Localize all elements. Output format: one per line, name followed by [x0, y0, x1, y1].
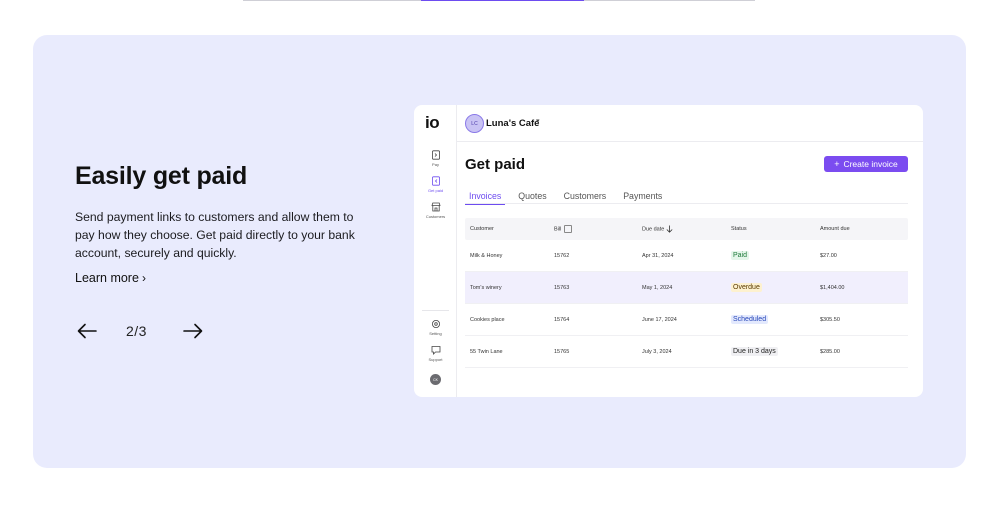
feature-description: Send payment links to customers and allo…	[75, 210, 355, 260]
status-badge: Due in 3 days	[731, 347, 778, 356]
pay-icon	[431, 150, 440, 160]
create-invoice-button[interactable]: + Create invoice	[824, 156, 908, 172]
sidebar-item-pay[interactable]: Pay	[414, 150, 457, 167]
chevron-right-icon: ›	[141, 271, 146, 285]
column-header-due-date[interactable]: Due date	[642, 225, 731, 233]
sidebar-item-label: Get paid	[427, 188, 444, 193]
sidebar-item-customers[interactable]: Customers	[414, 202, 457, 219]
status-badge: Scheduled	[731, 315, 769, 324]
invoice-table: Customer Bill Due date Status Amount due…	[465, 218, 908, 368]
learn-more-link[interactable]: Learn more ›	[75, 271, 146, 285]
cell-due-date: July 3, 2024	[642, 348, 672, 355]
cell-status: Overdue	[731, 283, 820, 292]
column-header-customer[interactable]: Customer	[465, 226, 554, 232]
arrow-right-icon	[183, 323, 203, 339]
carousel-progress-track	[243, 0, 755, 1]
cell-bill: 15765	[554, 348, 570, 355]
cell-status: Scheduled	[731, 315, 820, 324]
store-icon	[430, 202, 441, 212]
cell-customer: Cookies place	[470, 316, 505, 323]
feature-card: Easily get paid Send payment links to cu…	[33, 35, 966, 468]
carousel-progress-fill	[421, 0, 584, 1]
cell-status: Due in 3 days	[731, 347, 820, 356]
cell-bill: 15763	[554, 284, 570, 291]
cell-due-date: June 17, 2024	[642, 316, 677, 323]
carousel-nav: 2/3	[75, 319, 205, 343]
cell-customer: Milk & Honey	[470, 252, 503, 259]
column-header-bill-label: Bill	[554, 226, 562, 233]
receipt-icon	[564, 225, 573, 233]
table-row[interactable]: Tom's winery 15763 May 1, 2024 Overdue $…	[465, 272, 908, 304]
sidebar-item-setting[interactable]: Setting	[414, 319, 457, 336]
feature-headline: Easily get paid	[75, 162, 248, 190]
sidebar-item-label: Setting	[429, 331, 442, 336]
cell-due-date: Apr 31, 2024	[642, 252, 674, 259]
sidebar-divider	[422, 310, 449, 311]
prev-slide-button[interactable]	[75, 319, 99, 343]
get-paid-icon	[431, 176, 440, 186]
next-slide-button[interactable]	[181, 319, 205, 343]
sidebar-item-label: Support	[428, 357, 443, 362]
app-topbar: LC Luna's Cafe ▾	[457, 105, 923, 142]
table-header: Customer Bill Due date Status Amount due	[465, 218, 908, 240]
cell-amount: $1,404.00	[820, 284, 845, 291]
cell-amount: $27.00	[820, 252, 837, 259]
business-avatar: LC	[465, 114, 484, 133]
create-invoice-label: Create invoice	[843, 159, 898, 169]
cell-status: Paid	[731, 251, 820, 260]
column-header-due-label: Due date	[642, 226, 665, 233]
page-title: Get paid	[465, 156, 526, 173]
cell-bill: 15764	[554, 316, 570, 323]
table-row[interactable]: Milk & Honey 15762 Apr 31, 2024 Paid $27…	[465, 240, 908, 272]
cell-bill: 15762	[554, 252, 570, 259]
cell-due-date: May 1, 2024	[642, 284, 673, 291]
cell-customer: Tom's winery	[470, 284, 502, 291]
cell-amount: $305.50	[820, 316, 840, 323]
learn-more-label: Learn more	[75, 271, 139, 285]
arrow-left-icon	[77, 323, 97, 339]
business-switcher[interactable]: Luna's Cafe	[486, 118, 539, 129]
status-badge: Paid	[731, 251, 750, 260]
sidebar-item-support[interactable]: Support	[414, 345, 457, 362]
chat-icon	[431, 346, 440, 355]
plus-icon: +	[834, 159, 840, 169]
app-logo: io	[425, 113, 440, 132]
cell-amount: $285.00	[820, 348, 840, 355]
status-badge: Overdue	[731, 283, 762, 292]
sidebar-item-get-paid[interactable]: Get paid	[414, 176, 457, 193]
cell-customer: 55 Twin Lane	[470, 348, 503, 355]
app-preview-window: io Pay Get paid Customers Setting Suppor…	[414, 105, 923, 397]
column-header-amount[interactable]: Amount due	[820, 226, 908, 232]
column-header-status[interactable]: Status	[731, 226, 820, 232]
tabs-divider	[465, 203, 908, 204]
gear-icon	[431, 320, 440, 328]
slide-counter: 2/3	[126, 323, 147, 339]
sidebar-item-label: Pay	[432, 162, 439, 167]
app-sidebar: io Pay Get paid Customers Setting Suppor…	[414, 105, 457, 397]
chevron-down-icon[interactable]: ▾	[536, 117, 540, 125]
column-header-bill[interactable]: Bill	[554, 225, 642, 233]
sidebar-item-label: Customers	[425, 214, 446, 219]
table-row[interactable]: 55 Twin Lane 15765 July 3, 2024 Due in 3…	[465, 336, 908, 368]
table-row[interactable]: Cookies place 15764 June 17, 2024 Schedu…	[465, 304, 908, 336]
arrow-down-icon	[666, 225, 673, 233]
user-avatar[interactable]: CK	[430, 374, 441, 385]
